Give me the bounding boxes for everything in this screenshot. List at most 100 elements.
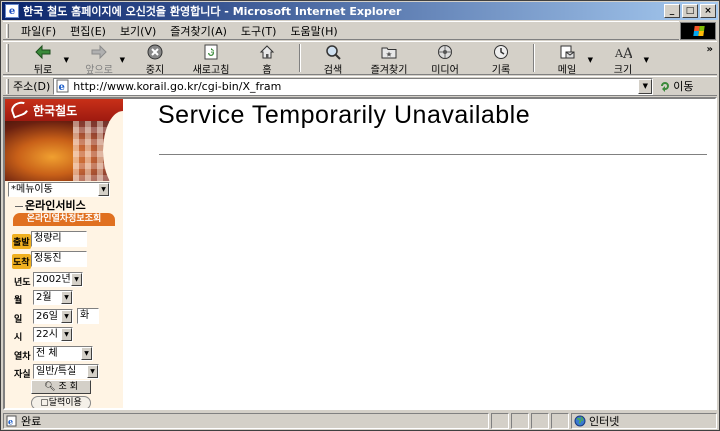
toolbar-grip[interactable] <box>6 44 9 72</box>
address-input[interactable]: e http://www.korail.go.kr/cgi-bin/X_fram… <box>53 77 654 95</box>
mail-button[interactable]: 메일 ▼ <box>539 42 595 76</box>
address-dropdown-icon[interactable]: ▼ <box>638 78 653 94</box>
chevron-down-icon: ▼ <box>81 347 92 360</box>
back-dropdown-icon[interactable]: ▼ <box>64 56 69 64</box>
forward-arrow-icon <box>90 44 108 60</box>
svg-text:e: e <box>8 417 13 427</box>
day-select[interactable]: 26일 ▼ <box>33 309 73 324</box>
menu-help[interactable]: 도움말(H) <box>283 23 344 39</box>
chevron-down-icon: ▼ <box>61 310 72 323</box>
go-arrow-icon <box>661 82 670 92</box>
chevron-down-icon: ▼ <box>61 291 72 304</box>
size-dropdown-icon[interactable]: ▼ <box>644 56 649 64</box>
calendar-icon: ▢ <box>40 398 49 408</box>
back-button[interactable]: 뒤로 ▼ <box>15 42 71 76</box>
status-pane <box>551 413 569 429</box>
chevron-down-icon: ▼ <box>87 365 98 378</box>
seat-label: 자실 <box>14 370 31 380</box>
magnifier-icon: 🔍︎ <box>44 382 56 392</box>
menu-navigation-select[interactable]: *메뉴이동 ▼ <box>8 182 110 197</box>
search-icon <box>324 44 342 60</box>
menu-edit[interactable]: 편집(E) <box>63 23 113 39</box>
favorites-button[interactable]: 즐겨찾기 <box>361 42 417 76</box>
addressbar-grip[interactable] <box>6 78 9 94</box>
svg-text:A: A <box>622 46 632 60</box>
menubar-grip[interactable] <box>6 23 9 38</box>
brand-banner: 한국철도 <box>5 99 123 181</box>
security-zone-pane: 인터넷 <box>571 413 717 429</box>
menu-bar: 파일(F) 편집(E) 보기(V) 즐겨찾기(A) 도구(T) 도움말(H) <box>3 21 679 40</box>
close-button[interactable]: × <box>700 4 716 18</box>
status-text-pane: e 완료 <box>3 413 489 429</box>
history-icon <box>492 44 510 60</box>
history-button[interactable]: 기록 <box>473 42 529 76</box>
year-select[interactable]: 2002년 ▼ <box>33 272 83 287</box>
media-icon <box>436 44 454 60</box>
media-button[interactable]: 미디어 <box>417 42 473 76</box>
month-select[interactable]: 2월 ▼ <box>33 290 73 305</box>
calendar-button[interactable]: ▢달력이용 <box>31 396 91 408</box>
chevron-down-icon: ▼ <box>71 273 82 286</box>
train-info-tab[interactable]: 온라인열차정보조회 <box>13 213 115 226</box>
toolbar-more-chevron[interactable]: » <box>707 44 713 55</box>
page-ie-icon: e <box>56 79 69 93</box>
address-url: http://www.korail.go.kr/cgi-bin/X_fram <box>73 79 282 93</box>
favorites-folder-icon <box>380 44 398 60</box>
weekday-field: 화 <box>77 308 99 324</box>
search-button[interactable]: 검색 <box>305 42 361 76</box>
go-button[interactable]: 이동 <box>659 78 694 94</box>
go-label: 이동 <box>673 80 694 93</box>
address-bar: 주소(D) e http://www.korail.go.kr/cgi-bin/… <box>3 76 717 96</box>
status-pane <box>531 413 549 429</box>
hour-select[interactable]: 22시 ▼ <box>33 327 73 342</box>
menu-view[interactable]: 보기(V) <box>113 23 163 39</box>
arrival-field[interactable]: 정동진 <box>31 251 87 267</box>
refresh-button[interactable]: 새로고침 <box>183 42 239 76</box>
chevron-down-icon: ▼ <box>98 183 109 196</box>
forward-button[interactable]: 앞으로 ▼ <box>71 42 127 76</box>
menu-favorites[interactable]: 즐겨찾기(A) <box>163 23 234 39</box>
window-title: 한국 철도 홈페이지에 오신것을 환영합니다 - Microsoft Inter… <box>23 5 402 18</box>
page-content: 한국철도 *메뉴이동 ▼ 온라인서비스 온라인열차정보조회 출발 청량리 도착 … <box>3 97 717 410</box>
home-button[interactable]: 홈 <box>239 42 295 76</box>
hour-label: 시 <box>14 333 23 343</box>
main-frame: Service Temporarily Unavailable <box>123 99 715 408</box>
departure-field[interactable]: 청량리 <box>31 231 87 247</box>
text-size-button[interactable]: AA 크기 ▼ <box>595 42 651 76</box>
toolbar-separator <box>299 44 301 72</box>
mail-dropdown-icon[interactable]: ▼ <box>588 56 593 64</box>
brand-name: 한국철도 <box>33 104 78 118</box>
menu-tools[interactable]: 도구(T) <box>234 23 284 39</box>
train-select[interactable]: 전 체 ▼ <box>33 346 93 361</box>
minimize-button[interactable]: _ <box>664 4 680 18</box>
online-service-title: 온라인서비스 <box>15 197 86 213</box>
status-pane <box>511 413 529 429</box>
year-label: 년도 <box>14 278 31 288</box>
status-bar: e 완료 인터넷 <box>3 412 717 430</box>
title-bar: e 한국 철도 홈페이지에 오신것을 환영합니다 - Microsoft Int… <box>2 2 718 20</box>
ie-logo-icon: e <box>5 4 19 18</box>
internet-globe-icon <box>574 415 586 427</box>
page-done-icon: e <box>6 415 17 427</box>
mail-icon <box>558 44 576 60</box>
standard-toolbar: 뒤로 ▼ 앞으로 ▼ 중지 새로고침 홈 검색 즐겨찾기 미디어 기록 메일 ▼… <box>3 41 717 76</box>
departure-label: 출발 <box>12 234 31 249</box>
chevron-down-icon: ▼ <box>61 328 72 341</box>
svg-text:e: e <box>59 82 65 93</box>
stop-icon <box>146 44 164 60</box>
menu-file[interactable]: 파일(F) <box>14 23 63 39</box>
toolbar-separator <box>533 44 535 72</box>
forward-dropdown-icon[interactable]: ▼ <box>120 56 125 64</box>
address-label: 주소(D) <box>13 80 51 93</box>
seat-select[interactable]: 일반/특실 ▼ <box>33 364 99 379</box>
home-icon <box>258 44 276 60</box>
maximize-button[interactable]: □ <box>682 4 698 18</box>
month-label: 월 <box>14 296 23 306</box>
back-arrow-icon <box>34 44 52 60</box>
error-heading: Service Temporarily Unavailable <box>158 101 531 129</box>
status-pane <box>491 413 509 429</box>
refresh-icon <box>202 44 220 60</box>
search-submit-button[interactable]: 🔍︎ 조 회 <box>31 380 91 394</box>
windows-logo-icon <box>680 22 716 40</box>
stop-button[interactable]: 중지 <box>127 42 183 76</box>
